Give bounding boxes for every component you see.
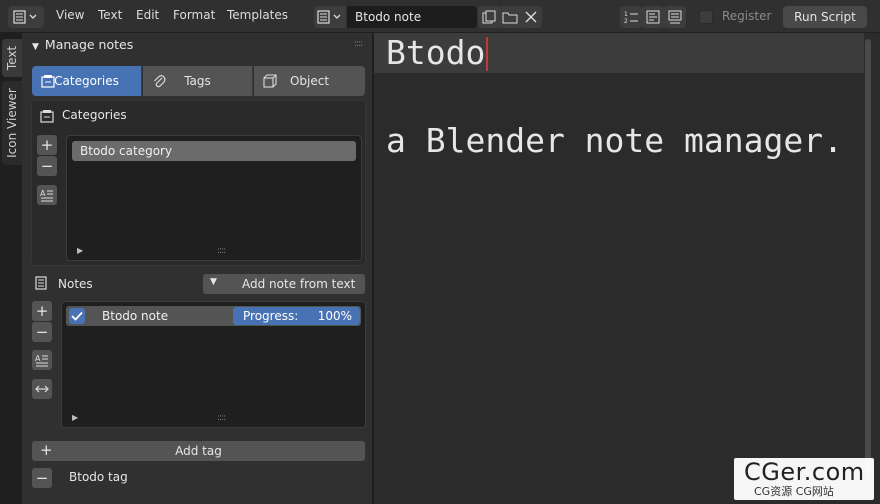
duplicate-text-button[interactable] — [478, 6, 500, 28]
open-text-button[interactable] — [499, 6, 521, 28]
text-editor-header: View Text Edit Format Templates Btodo no… — [0, 0, 880, 33]
panel-header[interactable]: ▼ Manage notes — [32, 37, 133, 52]
watermark: CGer.com CG资源 CG网站 — [734, 458, 874, 500]
minus-icon: − — [35, 468, 49, 487]
sidebar-panel: ▼ Manage notes :::: Categories Tags Objec… — [22, 33, 372, 504]
tag-name: Btodo tag — [69, 470, 128, 484]
notes-section-title: Notes — [58, 277, 93, 291]
list-item[interactable]: Btodo category — [72, 141, 356, 161]
close-icon — [525, 11, 537, 23]
add-tag-button[interactable]: + Add tag — [32, 441, 365, 461]
svg-text:1: 1 — [624, 11, 628, 18]
segment-tags-label: Tags — [184, 74, 211, 88]
watermark-subtitle: CG资源 CG网站 — [754, 485, 834, 498]
svg-text:A: A — [40, 189, 46, 198]
expand-arrow-icon[interactable]: ▶ — [72, 413, 78, 422]
paperclip-icon — [151, 73, 167, 89]
plus-icon: + — [40, 441, 53, 459]
rename-category-button[interactable]: A — [37, 185, 57, 205]
progress-value: 100% — [317, 309, 352, 323]
add-note-from-text-button[interactable]: ▼ Add note from text — [203, 274, 365, 294]
category-icon — [40, 73, 56, 89]
text-cursor — [486, 37, 488, 71]
minus-icon: − — [40, 156, 54, 175]
categories-list: Btodo category ▶ :::: — [66, 135, 362, 261]
tab-text-label: Text — [5, 45, 19, 71]
text-edit-icon: A — [40, 189, 53, 202]
move-note-button[interactable] — [32, 379, 52, 399]
svg-text:A: A — [35, 354, 41, 363]
categories-box: Categories + − A Btodo category ▶ :::: — [31, 100, 366, 266]
duplicate-icon — [482, 10, 496, 24]
collapse-arrow-icon: ▼ — [32, 42, 39, 52]
add-note-button[interactable]: + — [32, 301, 52, 321]
vertical-scrollbar[interactable] — [865, 39, 871, 479]
register-label: Register — [722, 9, 772, 23]
svg-text:2: 2 — [624, 18, 628, 24]
text-editor-area[interactable]: Btodo a Blender note manager. — [374, 33, 880, 504]
expand-arrow-icon[interactable]: ▶ — [77, 246, 83, 255]
resize-grip-icon[interactable]: :::: — [217, 246, 226, 256]
notes-section-icon — [35, 276, 47, 293]
note-name: Btodo note — [102, 309, 169, 323]
remove-note-button[interactable]: − — [32, 322, 52, 342]
register-checkbox[interactable] — [699, 10, 713, 24]
cube-icon — [262, 73, 278, 89]
text-edit-icon: A — [35, 354, 48, 367]
run-script-button[interactable]: Run Script — [783, 6, 867, 28]
add-tag-label: Add tag — [175, 444, 222, 458]
plus-icon: + — [35, 301, 49, 320]
line-numbers-icon: 12 — [624, 11, 638, 24]
remove-category-button[interactable]: − — [37, 156, 57, 176]
note-row[interactable]: Btodo note Progress: 100% — [66, 306, 361, 326]
add-note-from-text-label: Add note from text — [242, 277, 356, 291]
drag-grip-icon[interactable]: :::: — [354, 39, 363, 49]
horizontal-arrows-icon — [35, 385, 49, 393]
note-progress-slider[interactable]: Progress: 100% — [233, 307, 360, 325]
segment-categories[interactable]: Categories — [32, 66, 142, 96]
note-done-checkbox[interactable] — [69, 308, 85, 324]
rename-note-button[interactable]: A — [32, 350, 52, 370]
word-wrap-icon — [646, 10, 660, 24]
segment-object[interactable]: Object — [254, 66, 365, 96]
word-wrap-toggle[interactable] — [642, 6, 664, 28]
syntax-highlight-toggle[interactable] — [664, 6, 686, 28]
menu-text[interactable]: Text — [98, 8, 122, 22]
editor-type-button[interactable] — [8, 6, 44, 28]
tab-icon-viewer[interactable]: Icon Viewer — [2, 81, 22, 165]
segment-object-label: Object — [289, 74, 330, 88]
dropdown-arrow-icon: ▼ — [210, 277, 217, 287]
syntax-highlight-icon — [668, 10, 682, 24]
folder-icon — [502, 12, 518, 24]
remove-tag-button[interactable]: − — [32, 468, 52, 488]
line-numbers-toggle[interactable]: 12 — [620, 6, 642, 28]
editor-line-3: a Blender note manager. — [386, 121, 843, 160]
segment-categories-label: Categories — [54, 74, 119, 88]
watermark-brand: CGer.com — [744, 458, 865, 486]
categories-section-title: Categories — [62, 108, 127, 122]
checkmark-icon — [71, 311, 83, 321]
sidebar-tabs: Text Icon Viewer — [0, 33, 22, 504]
add-category-button[interactable]: + — [37, 135, 57, 155]
menu-edit[interactable]: Edit — [136, 8, 159, 22]
minus-icon: − — [35, 322, 49, 341]
plus-icon: + — [40, 135, 54, 154]
segment-tags[interactable]: Tags — [143, 66, 253, 96]
resize-grip-icon[interactable]: :::: — [217, 413, 226, 423]
unlink-text-button[interactable] — [520, 6, 542, 28]
notes-list: Btodo note Progress: 100% ▶ :::: — [61, 301, 366, 428]
text-block-icon — [317, 10, 341, 24]
tab-icon-viewer-label: Icon Viewer — [5, 88, 20, 158]
tab-text[interactable]: Text — [2, 39, 22, 77]
menu-templates[interactable]: Templates — [227, 8, 288, 22]
text-block-browse-button[interactable] — [314, 6, 346, 28]
menu-format[interactable]: Format — [173, 8, 215, 22]
editor-line-1: Btodo — [386, 33, 486, 72]
categories-section-icon — [40, 109, 54, 126]
menu-view[interactable]: View — [56, 8, 84, 22]
text-block-name-field[interactable]: Btodo note — [347, 6, 477, 28]
progress-label: Progress: — [243, 309, 299, 323]
panel-title: Manage notes — [44, 37, 134, 52]
text-editor-icon — [13, 10, 37, 24]
